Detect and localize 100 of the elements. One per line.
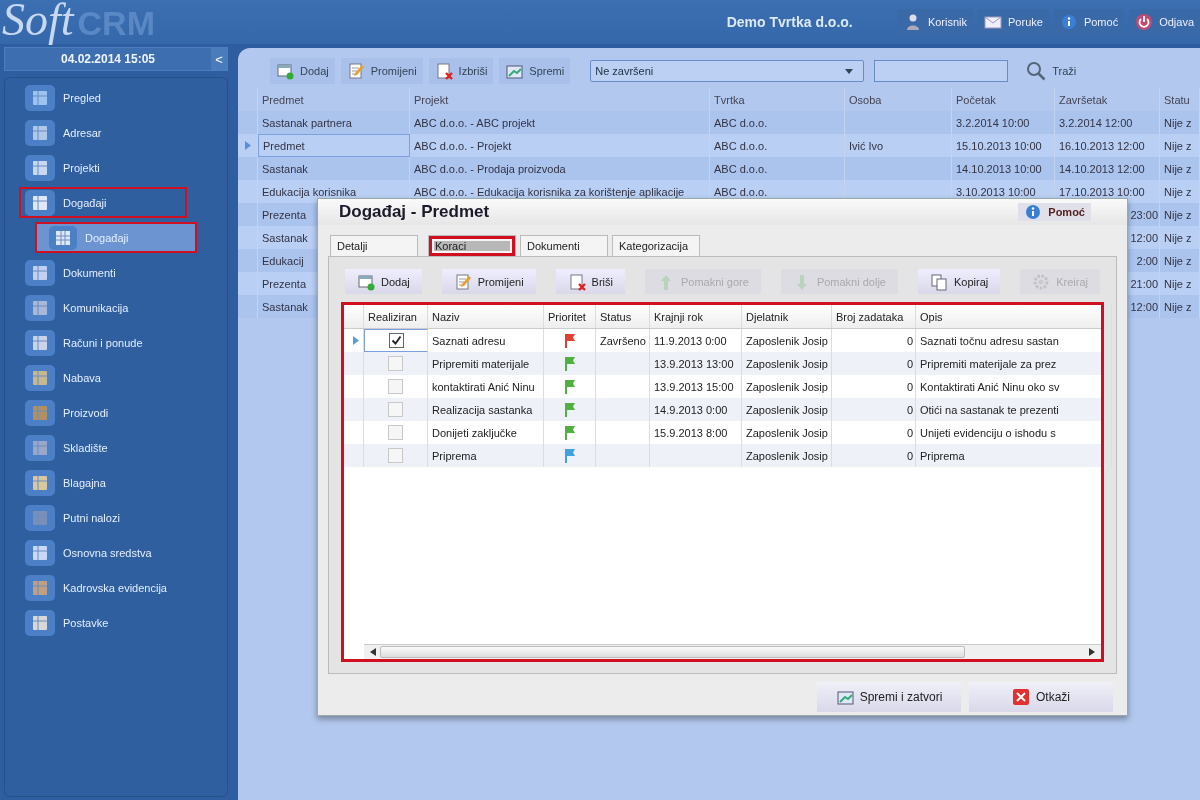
toolbar-button[interactable]: Dodaj: [270, 58, 335, 84]
close-icon: [1012, 688, 1030, 706]
table-cell: Zaposlenik Josip: [742, 398, 832, 421]
info-icon: [1059, 13, 1078, 31]
column-header[interactable]: Opis: [916, 305, 1112, 328]
nav-item[interactable]: Dokumenti: [19, 257, 187, 288]
toolbar-button[interactable]: Spremi: [499, 58, 571, 84]
module-icon: [25, 364, 55, 391]
toolbar-button[interactable]: Briši: [555, 269, 625, 294]
table-cell: Zaposlenik Josip: [742, 444, 832, 467]
table-cell: Priprema: [428, 444, 544, 467]
tab[interactable]: Koraci: [428, 235, 516, 256]
header-button[interactable]: Poruke: [978, 9, 1049, 35]
table-cell: 0: [832, 398, 916, 421]
nav-item[interactable]: Događaji: [19, 187, 187, 218]
table-cell: Priprema: [916, 444, 1112, 467]
calendar-icon: [49, 225, 77, 250]
module-icon: [25, 574, 55, 601]
table-cell: Otići na sastanak te prezenti: [916, 398, 1112, 421]
table-cell: 14.9.2013 0:00: [650, 398, 742, 421]
module-icon: [25, 469, 55, 496]
module-icon: [25, 434, 55, 461]
scroll-right-icon: [1089, 648, 1095, 656]
toolbar-button[interactable]: Promijeni: [441, 269, 536, 294]
module-icon: [25, 84, 55, 111]
nav-item[interactable]: Putni nalozi: [19, 502, 187, 533]
nav-item[interactable]: Blagajna: [19, 467, 187, 498]
search-button[interactable]: Traži: [1020, 58, 1083, 84]
edit-icon: [453, 272, 472, 291]
tab[interactable]: Dokumenti: [520, 235, 608, 256]
module-icon: [25, 154, 55, 181]
dialog-button[interactable]: Otkaži: [969, 682, 1113, 712]
edit-icon: [346, 62, 365, 80]
column-header[interactable]: Realiziran: [364, 305, 428, 328]
current-row-icon: [244, 141, 251, 150]
toolbar-button[interactable]: Dodaj: [345, 269, 422, 294]
nav-item[interactable]: Skladište: [19, 432, 187, 463]
current-row-icon: [352, 336, 359, 345]
column-header[interactable]: Naziv: [428, 305, 544, 328]
table-cell: Sastanak partnera: [258, 111, 410, 134]
checkbox[interactable]: [388, 448, 403, 463]
nav-item[interactable]: Računi i ponude: [19, 327, 187, 358]
nav-item[interactable]: Kadrovska evidencija: [19, 572, 187, 603]
scrollbar-thumb[interactable]: [380, 646, 965, 658]
module-icon: [25, 189, 55, 216]
checkbox[interactable]: [388, 425, 403, 440]
table-cell: 0: [832, 352, 916, 375]
info-icon: [1024, 203, 1043, 221]
checkbox[interactable]: [388, 402, 403, 417]
module-icon: [25, 504, 55, 531]
add-icon: [357, 272, 375, 291]
header-button[interactable]: Korisnik: [897, 9, 974, 35]
checkbox[interactable]: [388, 379, 403, 394]
search-field[interactable]: [874, 60, 1009, 82]
column-header[interactable]: Krajnji rok: [650, 305, 742, 328]
search-icon: [1026, 61, 1047, 81]
module-icon: [25, 329, 55, 356]
module-icon: [25, 119, 55, 146]
power-icon: [1135, 13, 1154, 31]
nav-item[interactable]: Nabava: [19, 362, 187, 393]
module-icon: [25, 609, 55, 636]
table-cell: Predmet: [258, 134, 410, 157]
nav-item[interactable]: Adresar: [19, 117, 187, 148]
nav-item[interactable]: Pregled: [19, 82, 187, 113]
nav-item[interactable]: Osnovna sredstva: [19, 537, 187, 568]
column-header[interactable]: Broj zadataka: [832, 305, 916, 328]
copy-icon: [929, 272, 948, 291]
module-icon: [25, 294, 55, 321]
nav-item[interactable]: Projekti: [19, 152, 187, 183]
module-icon: [25, 539, 55, 566]
collapse-button[interactable]: <: [211, 48, 227, 70]
tab[interactable]: Kategorizacija: [612, 235, 700, 256]
delete-icon: [567, 272, 586, 291]
toolbar-button[interactable]: Kopiraj: [917, 269, 1001, 294]
dialog-button[interactable]: Spremi i zatvori: [817, 682, 961, 712]
envelope-icon: [984, 13, 1003, 31]
table-cell: 13.9.2013 13:00: [650, 352, 742, 375]
table-cell: Pripremiti materijale: [428, 352, 544, 375]
header-button[interactable]: Odjava: [1129, 9, 1200, 35]
column-header[interactable]: Status: [596, 305, 650, 328]
delete-icon: [434, 62, 453, 80]
nav-item[interactable]: Postavke: [19, 607, 187, 638]
column-header[interactable]: Djelatnik: [742, 305, 832, 328]
company-name: Demo Tvrtka d.o.o.: [726, 14, 854, 30]
table-cell: Nije z: [1160, 295, 1200, 318]
checkbox[interactable]: [388, 333, 404, 348]
tab[interactable]: Detalji: [330, 235, 418, 256]
add-icon: [276, 62, 294, 80]
nav-item[interactable]: Komunikacija: [19, 292, 187, 323]
module-icon: [25, 399, 55, 426]
filter-dropdown[interactable]: Ne završeni: [590, 60, 865, 82]
table-cell: Realizacija sastanka: [428, 398, 544, 421]
toolbar-button[interactable]: Promijeni: [340, 58, 423, 84]
column-header[interactable]: Prioritet: [544, 305, 596, 328]
horizontal-scrollbar[interactable]: [364, 644, 1101, 659]
header-button[interactable]: Pomoć: [1053, 9, 1125, 35]
checkbox[interactable]: [388, 356, 403, 371]
nav-item[interactable]: Proizvodi: [19, 397, 187, 428]
help-button[interactable]: Pomoć: [1018, 203, 1091, 221]
toolbar-button[interactable]: Izbriši: [428, 58, 494, 84]
